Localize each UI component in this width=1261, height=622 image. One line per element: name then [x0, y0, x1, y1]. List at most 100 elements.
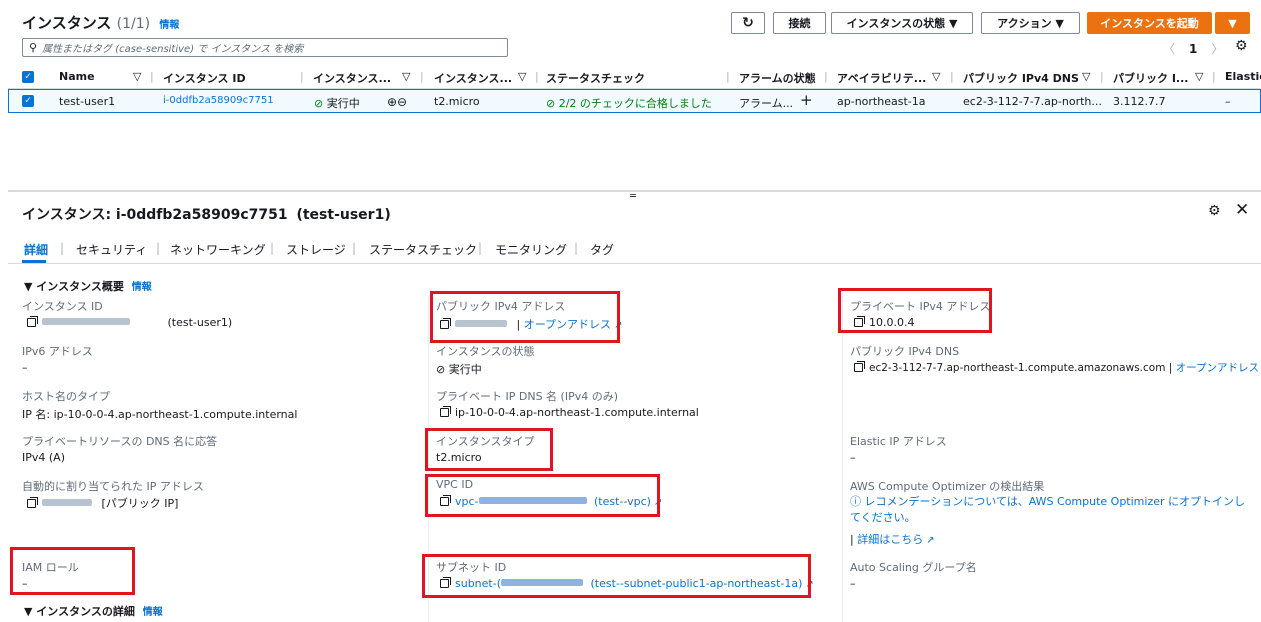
- summary-section-toggle[interactable]: ▼ インスタンス概要 情報: [24, 278, 152, 294]
- public-dns-label: パブリック IPv4 DNS: [850, 345, 960, 358]
- info-link[interactable]: 情報: [159, 20, 179, 31]
- auto-ip-value: [パブリック IP]: [27, 495, 178, 511]
- actions-button[interactable]: アクション ▼: [981, 12, 1080, 34]
- row-state: ⊘ 実行中: [314, 97, 360, 110]
- check-circle-icon: ⊘: [436, 363, 446, 376]
- column-header[interactable]: インスタンス...: [313, 70, 391, 86]
- info-circle-icon: ⓘ: [850, 495, 861, 508]
- row-ip: 3.112.7.7: [1113, 95, 1166, 108]
- hostname-type-value: IP 名: ip-10-0-0-4.ap-northeast-1.compute…: [22, 408, 298, 421]
- tab-status-checks[interactable]: ステータスチェック: [369, 241, 477, 258]
- column-header[interactable]: ステータスチェック: [546, 70, 645, 86]
- sort-icon[interactable]: ▽: [1195, 70, 1203, 83]
- row-instance-id-link[interactable]: i-0ddfb2a58909c7751: [163, 95, 274, 106]
- instance-id-value: (test-user1): [27, 316, 232, 329]
- close-icon[interactable]: ✕: [1235, 200, 1249, 220]
- elastic-ip-label: Elastic IP アドレス: [850, 435, 947, 448]
- refresh-button[interactable]: ↻: [731, 12, 765, 34]
- column-header[interactable]: Elastic: [1225, 70, 1261, 83]
- column-header[interactable]: パブリック IPv4 DNS: [963, 70, 1079, 86]
- column-header[interactable]: Name: [59, 70, 95, 83]
- highlight-vpc-id: [425, 474, 660, 517]
- row-dns: ec2-3-112-7-7.ap-north...: [963, 95, 1102, 108]
- instance-state-button[interactable]: インスタンスの状態 ▼: [831, 12, 973, 34]
- launch-instance-button[interactable]: インスタンスを起動: [1087, 12, 1212, 34]
- row-elastic: –: [1225, 95, 1231, 108]
- column-header[interactable]: アラームの状態: [739, 70, 816, 86]
- details-section-toggle[interactable]: ▼ インスタンスの詳細 情報: [24, 603, 163, 619]
- highlight-iam-role: [10, 547, 135, 595]
- next-page-icon[interactable]: 〉: [1211, 40, 1223, 57]
- sort-icon[interactable]: ▽: [932, 70, 940, 83]
- private-dns-answer-label: プライベートリソースの DNS 名に応答: [22, 435, 218, 448]
- open-address-link[interactable]: オープンアドレス: [1176, 362, 1259, 374]
- instance-state-label: インスタンスの状態: [436, 345, 535, 358]
- tab-networking[interactable]: ネットワーキング: [170, 241, 266, 258]
- settings-gear-icon[interactable]: ⚙: [1235, 38, 1248, 54]
- column-header[interactable]: アベイラビリテ...: [837, 70, 926, 86]
- summary-info-link[interactable]: 情報: [132, 282, 152, 293]
- tab-details[interactable]: 詳細: [24, 241, 48, 258]
- auto-ip-label: 自動的に割り当てられた IP アドレス: [22, 480, 204, 493]
- optimizer-text[interactable]: ⓘ レコメンデーションについては、AWS Compute Optimizer に…: [850, 494, 1252, 526]
- sort-icon[interactable]: ▽: [1082, 70, 1090, 83]
- elastic-ip-value: –: [850, 451, 856, 464]
- column-header[interactable]: インスタンス...: [434, 70, 512, 86]
- search-placeholder: 属性またはタグ (case-sensitive) で インスタンス を検索: [42, 44, 304, 55]
- add-alarm-icon[interactable]: +: [800, 91, 813, 109]
- launch-dropdown-button[interactable]: ▼: [1215, 12, 1250, 34]
- check-circle-icon: ⊘: [314, 97, 324, 110]
- instance-state-value: ⊘ 実行中: [436, 363, 482, 376]
- tab-tags[interactable]: タグ: [590, 241, 614, 258]
- column-divider: [842, 296, 843, 622]
- check-circle-icon: ⊘: [546, 97, 556, 110]
- highlight-instance-type: [425, 428, 553, 471]
- sort-icon[interactable]: ▽: [133, 70, 141, 83]
- hostname-type-label: ホスト名のタイプ: [22, 390, 110, 403]
- tabs-border: [8, 263, 1261, 264]
- private-dns-answer-value: IPv4 (A): [22, 451, 65, 464]
- instance-id-label: インスタンス ID: [22, 300, 103, 313]
- refresh-icon: ↻: [742, 15, 754, 31]
- optimizer-label: AWS Compute Optimizer の検出結果: [850, 480, 1045, 493]
- learn-more: | 詳細はこちら ↗: [850, 533, 935, 546]
- highlight-private-ipv4: [838, 288, 992, 333]
- private-ip-dns-value: ip-10-0-0-4.ap-northeast-1.compute.inter…: [440, 406, 699, 419]
- drag-handle-icon[interactable]: ═: [630, 191, 636, 202]
- column-header[interactable]: インスタンス ID: [163, 70, 246, 86]
- search-input[interactable]: ⚲ 属性またはタグ (case-sensitive) で インスタンス を検索: [22, 38, 508, 57]
- tab-monitoring[interactable]: モニタリング: [495, 241, 567, 258]
- public-dns-value: ec2-3-112-7-7.ap-northeast-1.compute.ama…: [854, 360, 1261, 375]
- zoom-icons[interactable]: ⊕⊖: [387, 95, 407, 109]
- private-ip-dns-label: プライベート IP DNS 名 (IPv4 のみ): [436, 390, 619, 403]
- copy-icon[interactable]: [27, 316, 38, 327]
- copy-icon[interactable]: [854, 361, 865, 372]
- row-type: t2.micro: [434, 95, 480, 108]
- row-az: ap-northeast-1a: [837, 95, 926, 108]
- tab-security[interactable]: セキュリティ: [76, 241, 147, 258]
- tab-storage[interactable]: ストレージ: [286, 241, 346, 258]
- highlight-public-ipv4: [430, 291, 620, 343]
- page-number[interactable]: 1: [1189, 42, 1197, 56]
- row-checkbox[interactable]: ✓: [22, 95, 34, 107]
- connect-button[interactable]: 接続: [773, 12, 826, 34]
- learn-more-link[interactable]: 詳細はこちら: [857, 533, 923, 546]
- ipv6-value: –: [22, 361, 28, 374]
- panel-settings-gear-icon[interactable]: ⚙: [1208, 203, 1221, 219]
- sort-icon[interactable]: ▽: [402, 70, 410, 83]
- row-alarm: アラーム...: [739, 97, 794, 110]
- instances-title: インスタンス (1/1) 情報: [22, 14, 180, 32]
- external-link-icon: ↗: [926, 535, 935, 546]
- sort-icon[interactable]: ▽: [518, 70, 526, 83]
- select-all-checkbox[interactable]: ✓: [22, 71, 34, 83]
- column-header[interactable]: パブリック I...: [1113, 70, 1188, 86]
- copy-icon[interactable]: [27, 497, 38, 508]
- ipv6-label: IPv6 アドレス: [22, 345, 93, 358]
- asg-value: –: [850, 577, 856, 590]
- prev-page-icon[interactable]: 〈: [1163, 40, 1175, 57]
- copy-icon[interactable]: [440, 406, 451, 417]
- row-name: test-user1: [59, 95, 116, 108]
- highlight-subnet-id: [422, 554, 811, 598]
- search-icon: ⚲: [29, 41, 38, 54]
- details-info-link[interactable]: 情報: [143, 607, 163, 618]
